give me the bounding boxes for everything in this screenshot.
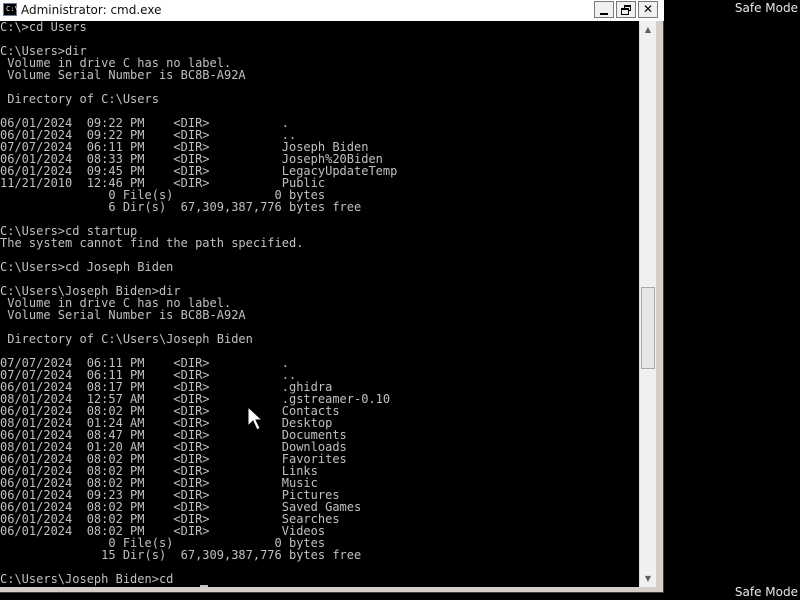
minimize-icon [600, 13, 608, 15]
console-icon[interactable]: C:\ [3, 3, 19, 16]
console-line: C:\Users>cd Joseph Biden [0, 260, 174, 274]
console-icon-text: C:\ [6, 5, 19, 13]
restore-button[interactable] [616, 1, 636, 18]
scroll-up-button[interactable]: ▲ [640, 21, 656, 38]
chevron-up-icon: ▲ [644, 25, 652, 34]
desktop: Safe Mode Safe Mode C:\ Administrator: c… [0, 0, 800, 600]
window-title: Administrator: cmd.exe [21, 3, 162, 17]
vertical-scrollbar[interactable]: ▲ ▼ [639, 21, 656, 587]
mouse-pointer-icon [247, 406, 263, 431]
title-bar[interactable]: C:\ Administrator: cmd.exe ✕ [0, 0, 664, 21]
safe-mode-label-top: Safe Mode [734, 1, 798, 15]
text-caret [200, 585, 208, 587]
close-icon: ✕ [642, 2, 654, 16]
cmd-window[interactable]: C:\ Administrator: cmd.exe ✕ C:\>cd User… [0, 0, 664, 593]
console-line: The system cannot find the path specifie… [0, 236, 304, 250]
console-line: C:\Users\Joseph Biden>cd [0, 572, 181, 586]
console-output[interactable]: C:\>cd Users C:\Users>dir Volume in driv… [0, 21, 639, 587]
console-text: C:\>cd Users C:\Users>dir Volume in driv… [0, 21, 639, 585]
console-line: C:\>cd Users [0, 21, 87, 34]
console-line: 6 Dir(s) 67,309,387,776 bytes free [0, 200, 362, 214]
scroll-down-button[interactable]: ▼ [640, 570, 656, 587]
console-line: Volume Serial Number is BC8B-A92A [0, 308, 246, 322]
console-line: Directory of C:\Users [0, 92, 159, 106]
console-line: Directory of C:\Users\Joseph Biden [0, 332, 253, 346]
safe-mode-label-bottom: Safe Mode [734, 585, 798, 599]
chevron-down-icon: ▼ [644, 574, 652, 583]
restore-icon-front [621, 8, 629, 15]
console-line: Volume Serial Number is BC8B-A92A [0, 68, 246, 82]
minimize-button[interactable] [594, 1, 614, 18]
scrollbar-thumb[interactable] [641, 287, 655, 369]
console-line: 15 Dir(s) 67,309,387,776 bytes free [0, 548, 362, 562]
close-button[interactable]: ✕ [638, 1, 658, 18]
